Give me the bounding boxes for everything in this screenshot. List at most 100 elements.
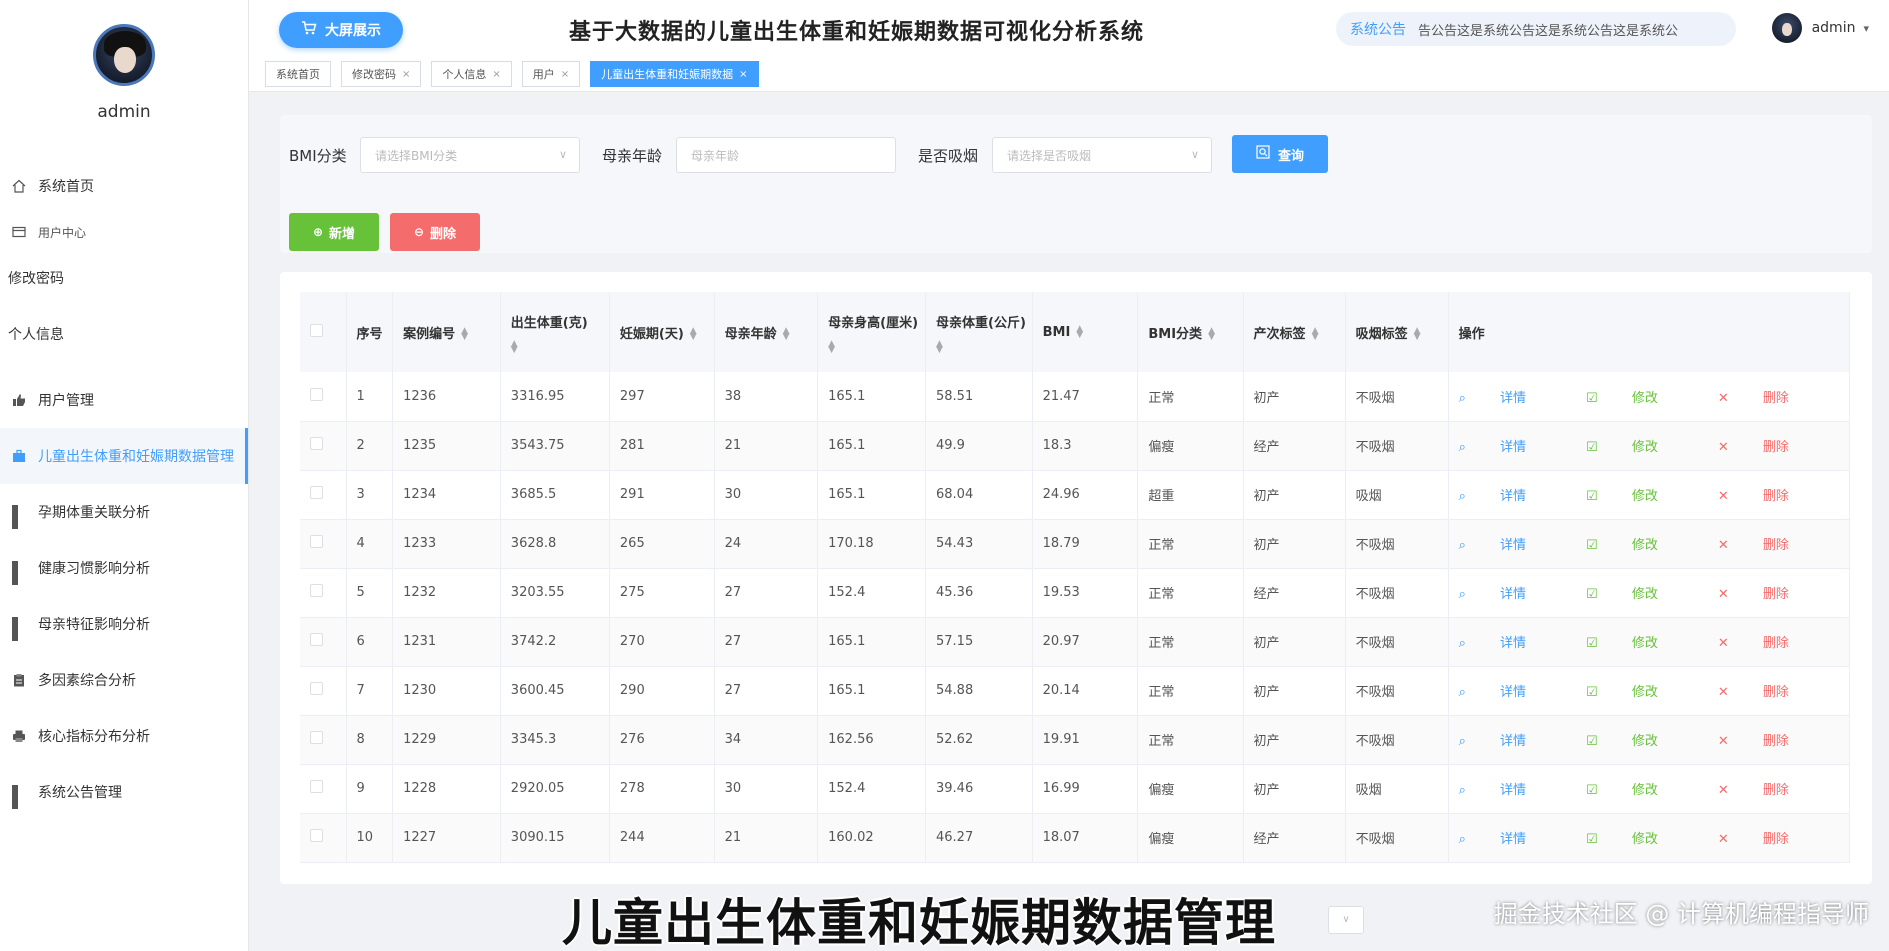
column-header[interactable]: 产次标签 ▲ ▼	[1243, 292, 1346, 372]
detail-button[interactable]: ⌕ 详情	[1459, 489, 1556, 504]
row-checkbox[interactable]	[310, 682, 323, 695]
bigscreen-button[interactable]: 大屏展示	[279, 12, 403, 48]
column-header[interactable]: 案例编号 ▲ ▼	[392, 292, 501, 372]
row-checkbox[interactable]	[310, 731, 323, 744]
edit-button[interactable]: ☑ 修改	[1586, 783, 1688, 798]
column-header[interactable]: 妊娠期(天) ▲ ▼	[609, 292, 715, 372]
sidebar-item-health-habit-analysis[interactable]: 健康习惯影响分析	[0, 540, 248, 596]
sort-icon[interactable]: ▲ ▼	[1208, 327, 1215, 342]
sidebar-item-birth-weight-data[interactable]: 儿童出生体重和妊娠期数据管理	[0, 428, 248, 484]
sort-icon[interactable]: ▲ ▼	[1312, 327, 1319, 342]
row-select-cell[interactable]	[300, 764, 347, 814]
edit-button[interactable]: ☑ 修改	[1586, 636, 1688, 651]
edit-button[interactable]: ☑ 修改	[1586, 489, 1688, 504]
column-header[interactable]: 母亲体重(公斤) ▲ ▼	[925, 292, 1033, 372]
tab-birth-weight-data[interactable]: 儿童出生体重和妊娠期数据 ×	[590, 61, 759, 87]
row-checkbox[interactable]	[310, 387, 323, 401]
sidebar-item-change-password[interactable]: 修改密码	[0, 250, 248, 306]
detail-button[interactable]: ⌕ 详情	[1459, 391, 1556, 406]
row-select-cell[interactable]	[300, 421, 347, 471]
sort-icon[interactable]: ▲ ▼	[828, 339, 925, 354]
tab-home[interactable]: 系统首页	[265, 61, 331, 87]
page-size-select[interactable]: ∨	[1328, 906, 1364, 934]
row-checkbox[interactable]	[310, 486, 323, 499]
tab-change-password[interactable]: 修改密码 ×	[341, 61, 422, 87]
sort-icon[interactable]: ▲ ▼	[461, 327, 468, 342]
remove-button[interactable]: ✕ 删除	[1718, 832, 1819, 847]
column-header[interactable]: 出生体重(克) ▲ ▼	[500, 292, 610, 372]
detail-button[interactable]: ⌕ 详情	[1459, 440, 1556, 455]
sidebar-item-user-management[interactable]: 用户管理	[0, 372, 248, 428]
edit-button[interactable]: ☑ 修改	[1586, 685, 1688, 700]
close-icon[interactable]: ×	[492, 69, 500, 80]
select-all-checkbox[interactable]	[310, 323, 323, 337]
column-header[interactable]: 母亲年龄 ▲ ▼	[714, 292, 819, 372]
tab-profile[interactable]: 个人信息 ×	[431, 61, 512, 87]
edit-button[interactable]: ☑ 修改	[1586, 391, 1688, 406]
remove-button[interactable]: ✕ 删除	[1718, 685, 1819, 700]
sidebar-item-pregnancy-weight-analysis[interactable]: 孕期体重关联分析	[0, 484, 248, 540]
sidebar-item-user-center[interactable]: 用户中心	[0, 214, 248, 250]
add-button[interactable]: ⊕ 新增	[289, 213, 379, 251]
remove-button[interactable]: ✕ 删除	[1718, 734, 1819, 749]
column-header[interactable]: BMI ▲ ▼	[1032, 292, 1139, 372]
edit-button[interactable]: ☑ 修改	[1586, 538, 1688, 553]
row-checkbox[interactable]	[310, 535, 323, 548]
sidebar-item-profile[interactable]: 个人信息	[0, 306, 248, 362]
smoke-select[interactable]: 请选择是否吸烟 ∨	[992, 137, 1212, 173]
remove-button[interactable]: ✕ 删除	[1718, 538, 1819, 553]
select-all-cell[interactable]	[300, 292, 347, 372]
edit-button[interactable]: ☑ 修改	[1586, 734, 1688, 749]
remove-button[interactable]: ✕ 删除	[1718, 489, 1819, 504]
detail-button[interactable]: ⌕ 详情	[1459, 734, 1556, 749]
remove-button[interactable]: ✕ 删除	[1718, 636, 1819, 651]
detail-button[interactable]: ⌕ 详情	[1459, 685, 1556, 700]
bmi-select[interactable]: 请选择BMI分类 ∨	[360, 137, 580, 173]
detail-button[interactable]: ⌕ 详情	[1459, 636, 1556, 651]
row-select-cell[interactable]	[300, 813, 347, 863]
row-select-cell[interactable]	[300, 470, 347, 520]
close-icon[interactable]: ×	[561, 69, 569, 80]
delete-button[interactable]: ⊖ 删除	[390, 213, 480, 251]
column-header[interactable]: BMI分类 ▲ ▼	[1137, 292, 1244, 372]
close-icon[interactable]: ×	[402, 69, 410, 80]
remove-button[interactable]: ✕ 删除	[1718, 587, 1819, 602]
row-checkbox[interactable]	[310, 437, 323, 450]
sidebar-item-notice-management[interactable]: 系统公告管理	[0, 764, 248, 820]
age-input[interactable]: 母亲年龄	[676, 137, 896, 173]
sort-icon[interactable]: ▲ ▼	[1414, 327, 1421, 342]
row-select-cell[interactable]	[300, 666, 347, 716]
sort-icon[interactable]: ▲ ▼	[783, 327, 790, 342]
detail-button[interactable]: ⌕ 详情	[1459, 832, 1556, 847]
remove-button[interactable]: ✕ 删除	[1718, 391, 1819, 406]
row-select-cell[interactable]	[300, 715, 347, 765]
query-button[interactable]: 查询	[1232, 135, 1328, 173]
row-checkbox[interactable]	[310, 633, 323, 646]
row-checkbox[interactable]	[310, 780, 323, 793]
column-header[interactable]: 母亲身高(厘米) ▲ ▼	[817, 292, 926, 372]
row-checkbox[interactable]	[310, 829, 323, 842]
edit-button[interactable]: ☑ 修改	[1586, 440, 1688, 455]
row-checkbox[interactable]	[310, 584, 323, 597]
detail-button[interactable]: ⌕ 详情	[1459, 587, 1556, 602]
sort-icon[interactable]: ▲ ▼	[1076, 325, 1083, 340]
close-icon[interactable]: ×	[739, 69, 747, 80]
row-select-cell[interactable]	[300, 568, 347, 618]
sidebar-item-mother-feature-analysis[interactable]: 母亲特征影响分析	[0, 596, 248, 652]
sort-icon[interactable]: ▲ ▼	[936, 339, 1032, 354]
sidebar-item-core-indicator-analysis[interactable]: 核心指标分布分析	[0, 708, 248, 764]
edit-button[interactable]: ☑ 修改	[1586, 832, 1688, 847]
row-select-cell[interactable]	[300, 617, 347, 667]
user-menu[interactable]: admin ▾	[1771, 13, 1869, 43]
sidebar-item-home[interactable]: 系统首页	[0, 158, 248, 214]
detail-button[interactable]: ⌕ 详情	[1459, 538, 1556, 553]
tab-user[interactable]: 用户 ×	[521, 61, 581, 87]
row-select-cell[interactable]	[300, 519, 347, 569]
sidebar-item-multi-factor-analysis[interactable]: 多因素综合分析	[0, 652, 248, 708]
sort-icon[interactable]: ▲ ▼	[511, 339, 609, 354]
column-header[interactable]: 吸烟标签 ▲ ▼	[1345, 292, 1449, 372]
remove-button[interactable]: ✕ 删除	[1718, 783, 1819, 798]
edit-button[interactable]: ☑ 修改	[1586, 587, 1688, 602]
sort-icon[interactable]: ▲ ▼	[690, 327, 697, 342]
row-select-cell[interactable]	[300, 372, 347, 422]
